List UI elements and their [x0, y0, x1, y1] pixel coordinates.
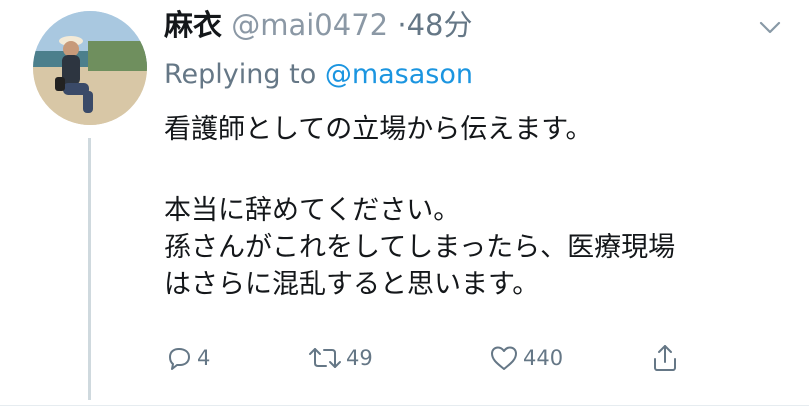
replying-to-label: Replying to	[164, 59, 317, 90]
tweet-line: 孫さんがこれをしてしまったら、医療現場	[164, 232, 676, 263]
heart-icon	[488, 343, 520, 373]
tweet-line: 看護師としての立場から伝えます。	[164, 114, 593, 145]
share-button[interactable]	[650, 338, 683, 378]
retweet-icon	[307, 343, 343, 373]
like-button[interactable]: 440	[488, 338, 563, 378]
reply-icon	[164, 343, 194, 373]
reply-count: 4	[197, 346, 211, 370]
user-handle[interactable]: @mai0472	[231, 8, 388, 42]
timestamp[interactable]: 48分	[407, 8, 473, 42]
chevron-down-icon[interactable]	[757, 14, 783, 40]
retweet-button[interactable]: 49	[307, 338, 373, 378]
tweet-header: 麻衣 @mai0472 ·48分	[164, 2, 764, 48]
avatar-photo	[33, 11, 147, 125]
share-icon	[650, 342, 680, 374]
tweet-text: 看護師としての立場から伝えます。 本当に辞めてください。 孫さんがこれをしてしま…	[164, 111, 804, 303]
tweet-line: 本当に辞めてください。	[164, 195, 461, 226]
avatar[interactable]	[33, 11, 147, 125]
reply-button[interactable]: 4	[164, 338, 210, 378]
divider	[0, 405, 809, 406]
separator-dot: ·	[397, 8, 407, 42]
replying-to-mention[interactable]: @masason	[325, 59, 473, 90]
display-name[interactable]: 麻衣	[164, 8, 222, 42]
replying-to: Replying to @masason	[164, 56, 473, 94]
tweet-line: はさらに混乱すると思います。	[164, 269, 540, 300]
retweet-count: 49	[346, 346, 373, 370]
like-count: 440	[523, 346, 564, 370]
action-bar: 4 49 440	[164, 338, 704, 378]
thread-line	[88, 138, 91, 400]
